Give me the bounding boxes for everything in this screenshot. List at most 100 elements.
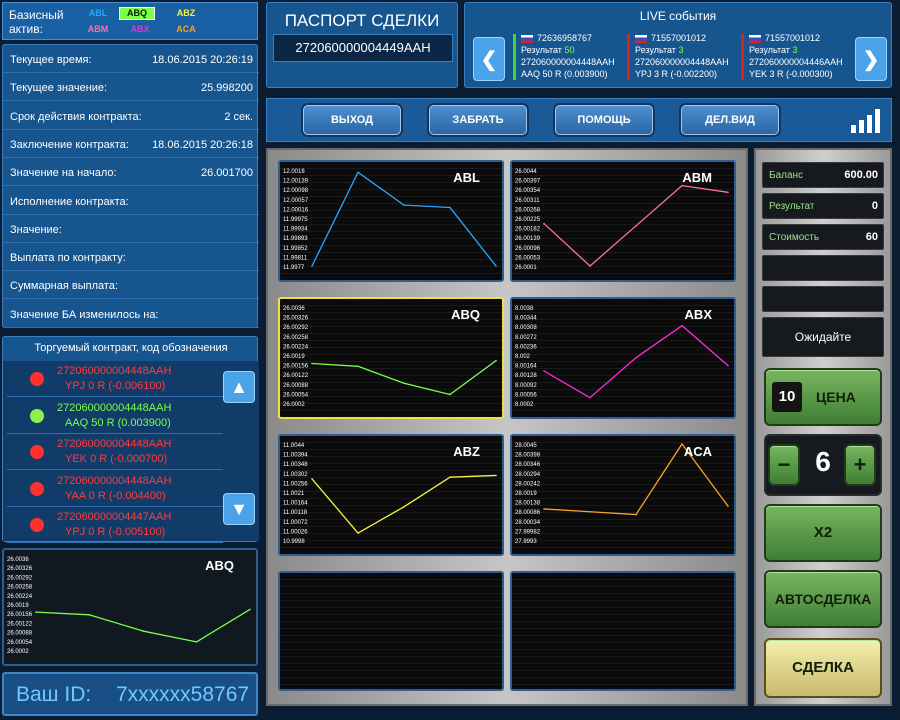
scroll-up-button[interactable]: ▲ (223, 371, 255, 403)
live-prev-button[interactable]: ❮ (473, 37, 505, 81)
y-tick-label: 27.99982 (515, 529, 541, 535)
series-line-segment (681, 184, 729, 193)
contract-row[interactable]: 272060000004448AAH YPJ 0 R (-0.006100) (7, 361, 223, 397)
asset-abz[interactable]: ABZ (173, 8, 199, 19)
passport-title: ПАСПОРТ СДЕЛКИ (284, 11, 440, 30)
price-value: 10 (772, 382, 802, 412)
data-point (449, 393, 451, 396)
info-row: Заключение контракта: 18.06.2015 20:26:18 (3, 130, 259, 158)
contract-detail: YPJ 0 R (-0.006100) (65, 380, 166, 392)
asset-abm[interactable]: ABM (85, 24, 111, 35)
quantity-value: 6 (815, 446, 831, 477)
flag-icon (749, 35, 761, 43)
price-control[interactable]: 10 ЦЕНА (764, 368, 882, 426)
empty-box-1 (762, 255, 884, 281)
y-tick-label: 28.00138 (515, 501, 541, 507)
asset-abl[interactable]: ABL (85, 8, 111, 19)
series-line-segment (635, 325, 683, 359)
y-tick-label: 11.9977 (283, 265, 305, 271)
y-tick-label: 11.00164 (283, 501, 308, 507)
y-tick-label: 8.00128 (515, 373, 537, 379)
x2-button[interactable]: X2 (764, 504, 882, 562)
chart-panel-aca[interactable]: 28.0045 28.00398 28.00346 28.00294 28.00242 2… (510, 434, 736, 556)
data-point (543, 370, 545, 372)
status-dot-icon (30, 518, 44, 532)
y-tick-label: 11.99934 (283, 227, 308, 233)
data-point (311, 265, 313, 267)
asset-aca[interactable]: ACA (173, 24, 199, 35)
result-value: 0 (871, 200, 878, 212)
user-id-box: Ваш ID: 7xxxxxx58767 (2, 672, 258, 716)
balance-box: Баланс 600.00 (762, 162, 884, 188)
live-events-panel: LIVE события ❮ ❯ 72636958767 Результат 5… (464, 2, 892, 88)
info-row: Текущее значение: 25.998200 (3, 73, 259, 102)
live-next-button[interactable]: ❯ (855, 37, 887, 81)
chart-panel-abl[interactable]: 12.0018 12.00139 12.00098 12.00057 12.00016 1… (278, 160, 504, 282)
contract-row[interactable]: 272060000004448AAH YEK 0 R (-0.000700) (7, 434, 223, 470)
data-point (249, 608, 251, 611)
y-tick-label: 26.00224 (283, 344, 309, 350)
data-point (449, 206, 451, 209)
deal-button[interactable]: СДЕЛКА (764, 638, 882, 698)
series-line-segment (357, 506, 405, 534)
contract-code: 272060000004448AAH (57, 474, 172, 487)
y-tick-label: 26.0002 (7, 649, 29, 655)
contract-row[interactable]: 272060000004448AAH YAA 0 R (-0.004400) (7, 471, 223, 507)
chart-panel-abx[interactable]: 8.0038 8.00344 8.00308 8.00272 8.00236 8.002 8… (510, 297, 736, 419)
info-row: Исполнение контракта: (3, 187, 259, 215)
event-result: Результат 3 (749, 45, 798, 55)
event-status-bar (627, 34, 630, 80)
contracts-list-panel: Торгуемый контракт, код обозначения 2720… (2, 336, 259, 543)
y-tick-label: 26.00096 (515, 246, 541, 252)
contract-row[interactable]: 272060000004448AAH AAQ 50 R (0.003900) (7, 398, 223, 434)
data-point (35, 611, 37, 613)
exit-button[interactable]: ВЫХОД (303, 105, 401, 135)
info-row: Суммарная выплата: (3, 271, 259, 300)
live-event: 71557001012 Результат 3 272060000004446A… (741, 31, 853, 85)
chart-panel-abq[interactable]: 26.0036 26.00326 26.00292 26.00258 26.00224 2… (278, 297, 504, 419)
y-tick-label: 11.0044 (283, 443, 305, 449)
event-detail: YPJ 3 R (-0.002200) (635, 69, 718, 79)
business-view-button[interactable]: ДЕЛ.ВИД (681, 105, 779, 135)
series-line-segment (589, 225, 637, 267)
take-button[interactable]: ЗАБРАТЬ (429, 105, 527, 135)
data-point (589, 510, 591, 513)
data-point (311, 478, 313, 480)
y-tick-label: 8.00308 (515, 325, 537, 331)
info-value: 2 сек. (224, 110, 253, 123)
y-tick-label: 26.0019 (283, 354, 305, 360)
data-point (88, 614, 91, 616)
asset-abq-selected[interactable]: ABQ (119, 7, 155, 20)
auto-deal-button[interactable]: АВТОСДЕЛКА (764, 570, 882, 628)
increase-quantity-button[interactable]: + (844, 444, 876, 486)
y-tick-label: 10.9998 (283, 539, 305, 545)
series-line-segment (403, 382, 451, 396)
series-line-segment (543, 223, 591, 267)
y-tick-label: 26.00088 (7, 631, 33, 637)
event-code: 272060000004448AAH (635, 57, 729, 67)
series-line-segment (311, 478, 359, 534)
info-label: Текущее значение: (10, 82, 108, 95)
deal-passport-panel: ПАСПОРТ СДЕЛКИ 272060000004449AAH (266, 2, 458, 88)
info-row: Выплата по контракту: (3, 243, 259, 272)
info-label: Текущее время: (10, 54, 92, 66)
info-label: Суммарная выплата: (10, 280, 118, 293)
contract-info-panel: Текущее время: 18.06.2015 20:26:19 Текущее… (2, 44, 259, 328)
decrease-quantity-button[interactable]: − (768, 444, 800, 486)
chart-panel-abz[interactable]: 11.0044 11.00394 11.00348 11.00302 11.00256 1… (278, 434, 504, 556)
info-label: Значение на начало: (10, 167, 117, 180)
y-tick-label: 8.00236 (515, 344, 537, 350)
scroll-down-button[interactable]: ▼ (223, 493, 255, 525)
y-tick-label: 11.00026 (283, 529, 308, 535)
chart-panel-abm[interactable]: 26.0044 26.00397 26.00354 26.00311 26.00268 2… (510, 160, 736, 282)
y-tick-label: 26.00292 (7, 575, 33, 581)
help-button[interactable]: ПОМОЩЬ (555, 105, 653, 135)
y-tick-label: 26.00053 (515, 255, 541, 261)
data-point (142, 630, 144, 632)
contract-row[interactable]: 272060000004447AAH YPJ 0 R (-0.005100) (7, 507, 223, 543)
status-box: Ожидайте (762, 317, 884, 357)
asset-abx[interactable]: ABX (127, 24, 153, 35)
y-tick-label: 26.00182 (515, 227, 541, 233)
toolbar: ВЫХОД ЗАБРАТЬ ПОМОЩЬ ДЕЛ.ВИД (266, 98, 892, 142)
data-point (495, 474, 497, 477)
